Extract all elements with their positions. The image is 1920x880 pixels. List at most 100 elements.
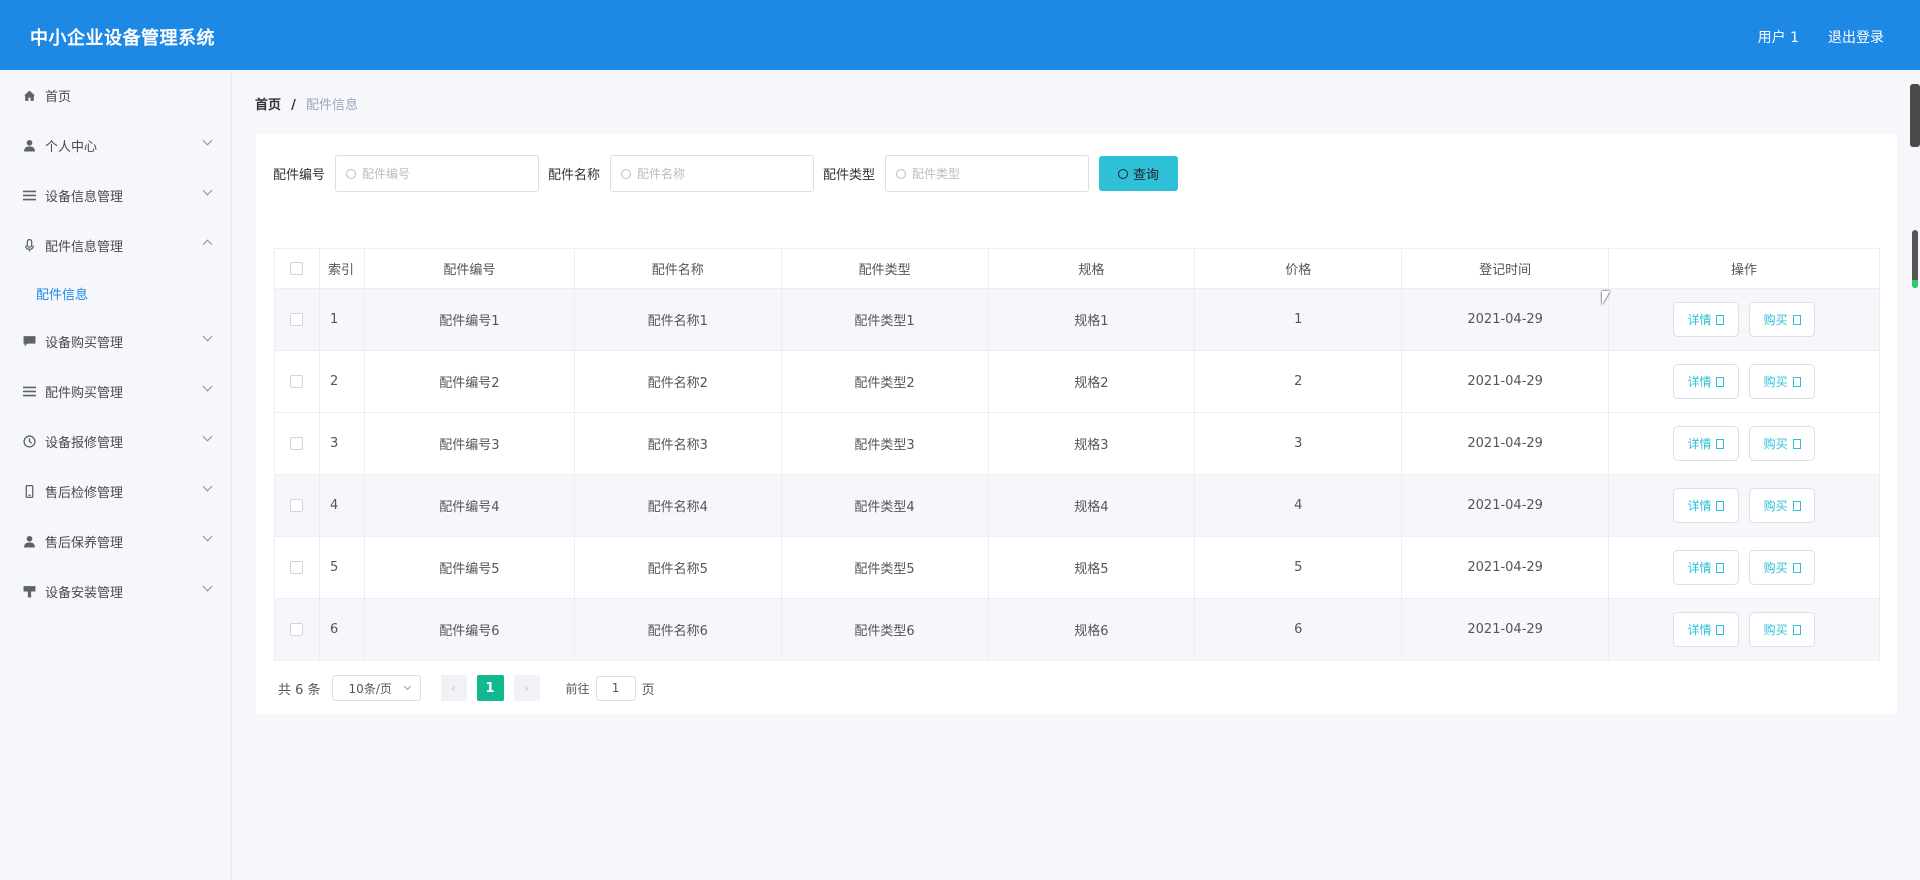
detail-button[interactable]: 详情 xyxy=(1672,550,1739,585)
cell-date: 2021-04-29 xyxy=(1401,288,1610,351)
row-checkbox[interactable] xyxy=(290,561,304,574)
detail-button[interactable]: 详情 xyxy=(1672,364,1739,399)
clock-icon xyxy=(22,434,36,448)
user-name[interactable]: 用户 1 xyxy=(1758,27,1799,47)
row-select-cell[interactable] xyxy=(274,412,320,475)
row-checkbox[interactable] xyxy=(290,375,304,388)
buy-button[interactable]: 购买 xyxy=(1749,612,1816,647)
type-search-input[interactable] xyxy=(912,166,1073,181)
buy-button[interactable]: 购买 xyxy=(1749,302,1816,337)
cell-type: 配件类型3 xyxy=(781,412,989,475)
row-select-cell[interactable] xyxy=(274,288,320,351)
detail-button[interactable]: 详情 xyxy=(1672,302,1739,337)
row-select-cell[interactable] xyxy=(274,598,320,661)
chevron-down-icon xyxy=(202,481,213,492)
sidebar-item-home[interactable]: 首页 xyxy=(0,70,231,120)
sidebar-item-profile[interactable]: 个人中心 xyxy=(0,120,231,170)
row-checkbox[interactable] xyxy=(290,437,304,450)
document-icon xyxy=(1716,376,1725,387)
select-all-cell[interactable] xyxy=(274,248,320,289)
cell-type: 配件类型6 xyxy=(781,598,989,661)
column-header: 规格 xyxy=(988,248,1196,289)
home-icon xyxy=(22,88,36,102)
scrollbar-top[interactable] xyxy=(1910,84,1920,147)
code-input-wrapper[interactable] xyxy=(335,155,540,192)
cell-index: 3 xyxy=(319,412,365,475)
sidebar-item-label: 个人中心 xyxy=(45,139,98,155)
document-icon xyxy=(1792,624,1801,635)
sidebar-subitem-parts[interactable]: 配件信息 xyxy=(0,270,231,316)
cell-type: 配件类型1 xyxy=(781,288,989,351)
code-search-input[interactable] xyxy=(362,166,523,181)
page-size-value: 10条/页 xyxy=(348,681,392,696)
sidebar-item-parts-info[interactable]: 配件信息管理 xyxy=(0,220,231,270)
sidebar-item-equipment-purchase[interactable]: 设备购买管理 xyxy=(0,316,231,366)
next-page-button[interactable]: › xyxy=(513,675,540,701)
detail-button[interactable]: 详情 xyxy=(1672,426,1739,461)
sidebar-item-maintenance[interactable]: 售后保养管理 xyxy=(0,516,231,566)
cell-spec: 规格6 xyxy=(988,598,1196,661)
detail-button-label: 详情 xyxy=(1687,375,1712,389)
row-select-cell[interactable] xyxy=(274,536,320,599)
breadcrumb-home[interactable]: 首页 xyxy=(255,98,281,113)
column-header: 配件编号 xyxy=(364,248,575,289)
sidebar-item-inspection[interactable]: 售后检修管理 xyxy=(0,466,231,516)
chevron-down-icon xyxy=(202,135,213,146)
name-input-wrapper[interactable] xyxy=(610,155,815,192)
query-button[interactable]: 查询 xyxy=(1099,156,1179,191)
sidebar-item-equipment-info[interactable]: 设备信息管理 xyxy=(0,170,231,220)
document-icon xyxy=(1716,438,1725,449)
buy-button[interactable]: 购买 xyxy=(1749,426,1816,461)
type-input-wrapper[interactable] xyxy=(885,155,1090,192)
column-header: 配件类型 xyxy=(781,248,989,289)
buy-button[interactable]: 购买 xyxy=(1749,550,1816,585)
cell-index: 4 xyxy=(319,474,365,537)
sidebar-item-label: 首页 xyxy=(45,89,72,105)
cell-actions: 详情 购买 xyxy=(1608,474,1880,537)
sidebar-item-label: 售后保养管理 xyxy=(45,535,124,551)
cell-price: 6 xyxy=(1194,598,1403,661)
detail-button-label: 详情 xyxy=(1687,561,1712,575)
code-label: 配件编号 xyxy=(273,168,326,183)
cell-index: 6 xyxy=(319,598,365,661)
page-number-active[interactable]: 1 xyxy=(476,675,504,701)
table-header-row: 索引 配件编号 配件名称 配件类型 规格 价格 登记时间 操作 xyxy=(274,248,1880,289)
row-checkbox[interactable] xyxy=(290,499,304,512)
search-icon xyxy=(346,168,357,179)
sidebar-item-label: 配件信息管理 xyxy=(45,239,124,255)
prev-page-button[interactable]: ‹ xyxy=(440,675,467,701)
page-size-select[interactable]: 10条/页 xyxy=(331,675,421,701)
name-search-input[interactable] xyxy=(637,166,798,181)
cell-name: 配件名称3 xyxy=(574,412,782,475)
detail-button[interactable]: 详情 xyxy=(1672,488,1739,523)
cell-type: 配件类型5 xyxy=(781,536,989,599)
breadcrumb: 首页 / 配件信息 xyxy=(255,94,358,113)
main-content: 首页 / 配件信息 配件编号 配件名称 配件类型 查询 xyxy=(232,70,1920,880)
cell-spec: 规格1 xyxy=(988,288,1196,351)
sidebar-item-parts-purchase[interactable]: 配件购买管理 xyxy=(0,366,231,416)
row-checkbox[interactable] xyxy=(290,313,304,326)
row-select-cell[interactable] xyxy=(274,474,320,537)
cell-code: 配件编号2 xyxy=(364,350,575,413)
table-row: 3 配件编号3 配件名称3 配件类型3 规格3 3 2021-04-29 详情 … xyxy=(274,412,1880,475)
goto-page-input[interactable]: 1 xyxy=(595,675,636,701)
detail-button[interactable]: 详情 xyxy=(1672,612,1739,647)
sidebar-item-label: 设备购买管理 xyxy=(45,335,124,351)
row-select-cell[interactable] xyxy=(274,350,320,413)
logout-link[interactable]: 退出登录 xyxy=(1828,27,1884,47)
column-header: 价格 xyxy=(1194,248,1403,289)
chevron-down-icon xyxy=(202,381,213,392)
chat-icon xyxy=(22,334,36,348)
row-checkbox[interactable] xyxy=(290,623,304,636)
scrollbar-thumb[interactable] xyxy=(1912,230,1918,288)
select-all-checkbox[interactable] xyxy=(290,262,304,275)
column-header: 配件名称 xyxy=(574,248,782,289)
cell-actions: 详情 购买 xyxy=(1608,536,1880,599)
sidebar-item-installation[interactable]: 设备安装管理 xyxy=(0,566,231,616)
buy-button[interactable]: 购买 xyxy=(1749,364,1816,399)
buy-button[interactable]: 购买 xyxy=(1749,488,1816,523)
total-count: 共 6 条 xyxy=(278,682,321,698)
sidebar-item-repair[interactable]: 设备报修管理 xyxy=(0,416,231,466)
chevron-down-icon xyxy=(202,581,213,592)
list-icon xyxy=(22,188,36,202)
